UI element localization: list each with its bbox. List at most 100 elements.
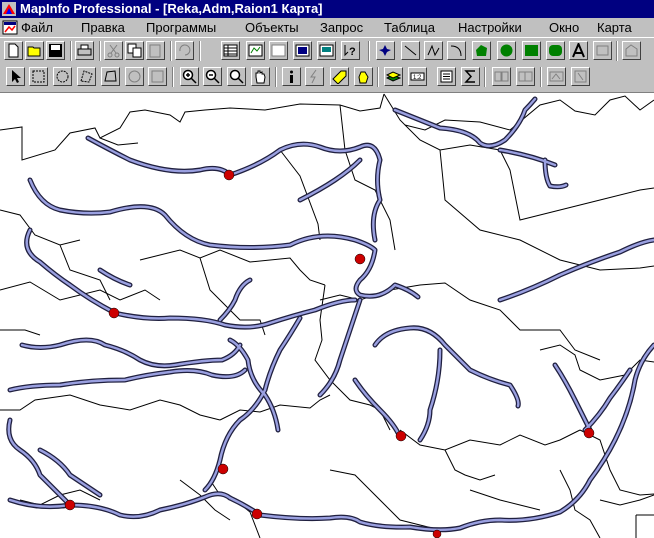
- menu-file[interactable]: Файл: [19, 18, 55, 37]
- new-layout-button[interactable]: [293, 41, 312, 60]
- map-point[interactable]: [354, 253, 366, 265]
- zoom-in-icon: [182, 69, 197, 84]
- new-browser-button[interactable]: [221, 41, 240, 60]
- toolbar-separator: [484, 67, 486, 87]
- print-button[interactable]: [75, 41, 94, 60]
- change-view-button[interactable]: [227, 67, 246, 86]
- symbol-tool-button[interactable]: [376, 41, 395, 60]
- hotlink-icon: [310, 69, 317, 84]
- show-statistics-button[interactable]: [571, 67, 590, 86]
- paste-button[interactable]: [146, 41, 165, 60]
- graph-select-button[interactable]: [148, 67, 167, 86]
- rectangle-tool-button[interactable]: [522, 41, 541, 60]
- map-canvas[interactable]: [0, 93, 654, 538]
- map-point[interactable]: [583, 427, 595, 439]
- label-tool-button[interactable]: [330, 67, 349, 86]
- new-mapper-button[interactable]: [246, 41, 265, 60]
- symbol-tool-icon: [379, 45, 391, 56]
- new-mapper-icon: [248, 44, 263, 57]
- ruler-icon: 1:2: [410, 72, 425, 81]
- map-point[interactable]: [432, 529, 442, 538]
- zoom-in-button[interactable]: [180, 67, 199, 86]
- toolbar-separator: [172, 67, 174, 87]
- statistics-icon: [464, 70, 475, 83]
- label-tool-icon: [332, 70, 347, 84]
- layer-control-button[interactable]: [384, 67, 403, 86]
- polygon-select-button[interactable]: [77, 67, 96, 86]
- copy-button[interactable]: [125, 41, 144, 60]
- reshape-tool-icon: [625, 44, 638, 57]
- redistrict-icon: [319, 44, 334, 57]
- boundary-select-button[interactable]: [101, 67, 120, 86]
- window-title: MapInfo Professional - [Reka,Adm,Raion1 …: [20, 1, 323, 16]
- show-legend-button[interactable]: [547, 67, 566, 86]
- toolbar-separator: [377, 67, 379, 87]
- menu-programs[interactable]: Программы: [144, 18, 218, 37]
- menu-map[interactable]: Карта: [595, 18, 634, 37]
- menu-edit[interactable]: Правка: [79, 18, 127, 37]
- undo-button[interactable]: [175, 41, 194, 60]
- ellipse-tool-button[interactable]: [497, 41, 516, 60]
- statistics-button[interactable]: [461, 67, 480, 86]
- hotlink-button[interactable]: [305, 67, 324, 86]
- menu-bar: Файл Правка Программы Объекты Запрос Таб…: [0, 18, 654, 37]
- polygon-tool-button[interactable]: [472, 41, 491, 60]
- grabber-button[interactable]: [251, 67, 270, 86]
- frame-tool-button[interactable]: [593, 41, 612, 60]
- polygon-select-icon: [80, 70, 93, 83]
- reshape-tool-button[interactable]: [622, 41, 641, 60]
- save-button[interactable]: [46, 41, 65, 60]
- info-tool-button[interactable]: [282, 67, 301, 86]
- layer-control-icon: [386, 71, 401, 82]
- menu-query[interactable]: Запрос: [318, 18, 365, 37]
- line-tool-button[interactable]: [401, 41, 420, 60]
- marquee-select-button[interactable]: [29, 67, 48, 86]
- select-tool-button[interactable]: [6, 67, 25, 86]
- arc-tool-button[interactable]: [447, 41, 466, 60]
- toolbar-separator: [368, 41, 370, 61]
- menu-table[interactable]: Таблица: [382, 18, 437, 37]
- ellipse-tool-icon: [500, 44, 513, 57]
- setup-map-icon: [494, 71, 509, 82]
- menu-settings[interactable]: Настройки: [456, 18, 524, 37]
- unselect-icon: [128, 70, 141, 83]
- map-point[interactable]: [223, 169, 235, 181]
- legend-button[interactable]: [437, 67, 456, 86]
- cut-button[interactable]: [104, 41, 123, 60]
- menu-window[interactable]: Окно: [547, 18, 581, 37]
- toolbar-separator: [616, 41, 618, 61]
- radius-select-button[interactable]: [53, 67, 72, 86]
- open-folder-icon: [27, 46, 41, 57]
- text-tool-button[interactable]: [569, 41, 588, 60]
- open-button[interactable]: [25, 41, 44, 60]
- cut-icon: [107, 44, 120, 58]
- unselect-button[interactable]: [125, 67, 144, 86]
- map-point[interactable]: [395, 430, 407, 442]
- rounded-rectangle-tool-icon: [549, 45, 562, 56]
- rounded-rectangle-tool-button[interactable]: [546, 41, 565, 60]
- info-tool-icon: [290, 70, 293, 83]
- polyline-tool-button[interactable]: [424, 41, 443, 60]
- toolbar-separator: [540, 67, 542, 87]
- menu-objects[interactable]: Объекты: [243, 18, 301, 37]
- help-button[interactable]: ?: [341, 41, 360, 60]
- map-point[interactable]: [217, 463, 229, 475]
- clip-region-button[interactable]: [516, 67, 535, 86]
- map-point[interactable]: [251, 508, 263, 520]
- redistrict-button[interactable]: [317, 41, 336, 60]
- polyline-tool-icon: [427, 44, 440, 57]
- document-system-icon[interactable]: [2, 20, 18, 35]
- drag-map-button[interactable]: [354, 67, 373, 86]
- map-point[interactable]: [64, 499, 76, 511]
- ruler-button[interactable]: 1:2: [408, 67, 427, 86]
- map-window[interactable]: [0, 93, 654, 538]
- marquee-select-icon: [32, 70, 45, 83]
- setup-map-button[interactable]: [492, 67, 511, 86]
- zoom-out-button[interactable]: [203, 67, 222, 86]
- save-icon: [49, 44, 62, 57]
- new-grapher-button[interactable]: [269, 41, 288, 60]
- map-point[interactable]: [108, 307, 120, 319]
- new-file-button[interactable]: [4, 41, 23, 60]
- show-hide-statistics-icon: [574, 70, 587, 83]
- toolbar-separator: [99, 41, 101, 61]
